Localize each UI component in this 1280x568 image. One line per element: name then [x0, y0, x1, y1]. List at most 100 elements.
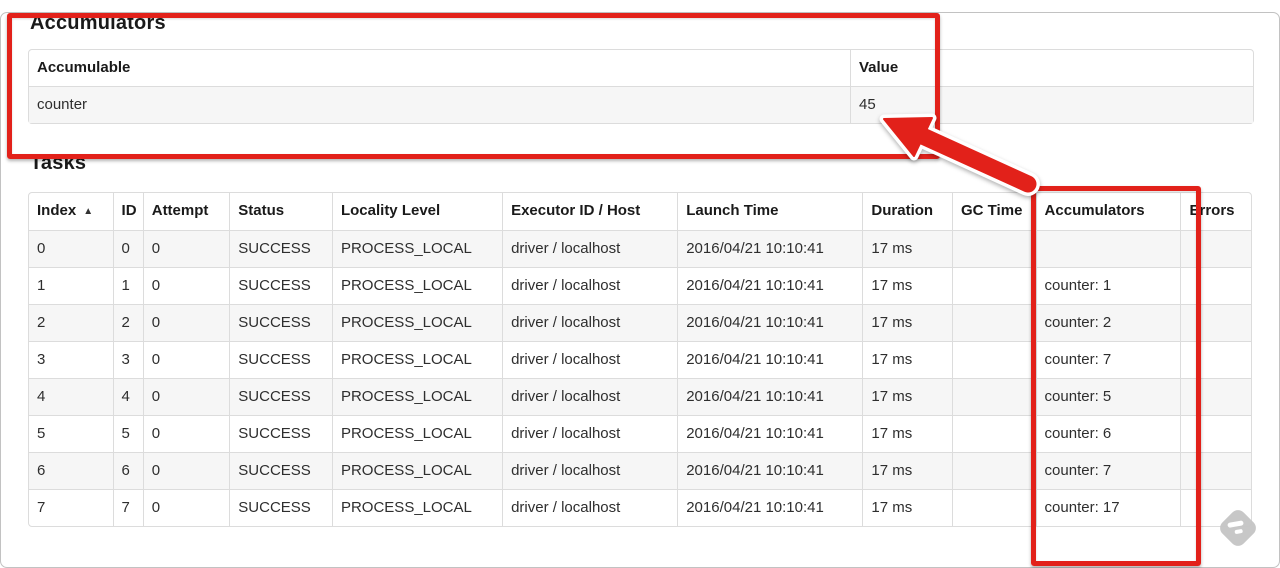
task-index-cell: 6: [29, 452, 113, 489]
task-id-cell: 3: [112, 341, 143, 378]
task-accumulators-cell: counter: 2: [1035, 304, 1181, 341]
task-errors-cell: [1180, 230, 1251, 267]
task-status-cell: SUCCESS: [229, 230, 332, 267]
task-index-cell: 0: [29, 230, 113, 267]
task-executor-cell: driver / localhost: [502, 452, 678, 489]
task-row: 1 1 0 SUCCESS PROCESS_LOCAL driver / localhos…: [29, 267, 1251, 304]
column-header-index[interactable]: Index ▲: [29, 193, 113, 230]
task-launch-time-cell: 2016/04/21 10:10:41: [677, 267, 863, 304]
task-gc-time-cell: [952, 378, 1036, 415]
task-gc-time-cell: [952, 341, 1036, 378]
task-attempt-cell: 0: [142, 341, 230, 378]
task-locality-cell: PROCESS_LOCAL: [331, 415, 503, 452]
task-attempt-cell: 0: [142, 378, 230, 415]
column-header-index-label: Index: [37, 202, 77, 219]
task-executor-cell: driver / localhost: [502, 341, 678, 378]
task-errors-cell: [1180, 341, 1251, 378]
accumulators-section-title: Accumulators: [30, 12, 166, 34]
task-duration-cell: 17 ms: [862, 304, 952, 341]
task-attempt-cell: 0: [142, 415, 230, 452]
task-status-cell: SUCCESS: [229, 415, 332, 452]
task-accumulators-cell: [1035, 230, 1181, 267]
task-id-cell: 6: [112, 452, 143, 489]
task-executor-cell: driver / localhost: [502, 378, 678, 415]
column-header-duration[interactable]: Duration: [862, 193, 952, 230]
task-id-cell: 1: [112, 267, 143, 304]
task-id-cell: 0: [112, 230, 143, 267]
task-row: 7 7 0 SUCCESS PROCESS_LOCAL driver / localhos…: [29, 489, 1251, 526]
task-gc-time-cell: [952, 452, 1036, 489]
task-locality-cell: PROCESS_LOCAL: [331, 304, 503, 341]
task-launch-time-cell: 2016/04/21 10:10:41: [677, 489, 863, 526]
task-duration-cell: 17 ms: [862, 452, 952, 489]
task-errors-cell: [1180, 489, 1251, 526]
task-accumulators-cell: counter: 17: [1035, 489, 1181, 526]
task-duration-cell: 17 ms: [862, 415, 952, 452]
task-gc-time-cell: [952, 304, 1036, 341]
accumulable-name-cell: counter: [29, 86, 850, 123]
task-status-cell: SUCCESS: [229, 378, 332, 415]
accumulable-value-cell: 45: [850, 86, 1253, 123]
task-attempt-cell: 0: [142, 452, 230, 489]
task-duration-cell: 17 ms: [862, 378, 952, 415]
task-launch-time-cell: 2016/04/21 10:10:41: [677, 304, 863, 341]
column-header-value: Value: [850, 50, 1253, 86]
task-accumulators-cell: counter: 7: [1035, 452, 1181, 489]
task-errors-cell: [1180, 304, 1251, 341]
task-duration-cell: 17 ms: [862, 341, 952, 378]
task-attempt-cell: 0: [142, 230, 230, 267]
task-status-cell: SUCCESS: [229, 267, 332, 304]
task-id-cell: 4: [112, 378, 143, 415]
column-header-accumulators[interactable]: Accumulators: [1035, 193, 1181, 230]
task-row: 4 4 0 SUCCESS PROCESS_LOCAL driver / localhos…: [29, 378, 1251, 415]
task-id-cell: 5: [112, 415, 143, 452]
task-gc-time-cell: [952, 489, 1036, 526]
task-executor-cell: driver / localhost: [502, 267, 678, 304]
task-launch-time-cell: 2016/04/21 10:10:41: [677, 341, 863, 378]
column-header-attempt[interactable]: Attempt: [142, 193, 230, 230]
task-gc-time-cell: [952, 415, 1036, 452]
accumulators-header-row: Accumulable Value: [29, 50, 1253, 86]
column-header-id[interactable]: ID: [112, 193, 143, 230]
task-gc-time-cell: [952, 230, 1036, 267]
sort-ascending-icon: ▲: [83, 206, 94, 217]
task-status-cell: SUCCESS: [229, 304, 332, 341]
tasks-header-row: Index ▲ ID Attempt Status Locality Level …: [29, 193, 1251, 230]
task-status-cell: SUCCESS: [229, 341, 332, 378]
task-locality-cell: PROCESS_LOCAL: [331, 267, 503, 304]
task-attempt-cell: 0: [142, 304, 230, 341]
column-header-accumulable: Accumulable: [37, 59, 131, 76]
task-errors-cell: [1180, 415, 1251, 452]
task-row: 2 2 0 SUCCESS PROCESS_LOCAL driver / localhos…: [29, 304, 1251, 341]
task-id-cell: 7: [112, 489, 143, 526]
column-header-locality-level[interactable]: Locality Level: [331, 193, 502, 230]
task-attempt-cell: 0: [142, 489, 230, 526]
accumulators-table: Accumulable Value counter 45: [28, 49, 1254, 124]
task-launch-time-cell: 2016/04/21 10:10:41: [677, 452, 863, 489]
column-header-status[interactable]: Status: [229, 193, 332, 230]
task-executor-cell: driver / localhost: [502, 230, 678, 267]
task-locality-cell: PROCESS_LOCAL: [331, 341, 503, 378]
task-accumulators-cell: counter: 6: [1035, 415, 1181, 452]
task-index-cell: 7: [29, 489, 113, 526]
column-header-launch-time[interactable]: Launch Time: [677, 193, 862, 230]
task-locality-cell: PROCESS_LOCAL: [331, 230, 503, 267]
task-index-cell: 1: [29, 267, 113, 304]
task-row: 3 3 0 SUCCESS PROCESS_LOCAL driver / localhos…: [29, 341, 1251, 378]
task-status-cell: SUCCESS: [229, 452, 332, 489]
task-index-cell: 5: [29, 415, 113, 452]
task-duration-cell: 17 ms: [862, 489, 952, 526]
task-row: 5 5 0 SUCCESS PROCESS_LOCAL driver / localhos…: [29, 415, 1251, 452]
task-executor-cell: driver / localhost: [502, 489, 678, 526]
task-locality-cell: PROCESS_LOCAL: [331, 489, 503, 526]
task-locality-cell: PROCESS_LOCAL: [331, 378, 503, 415]
tasks-table: Index ▲ ID Attempt Status Locality Level …: [28, 192, 1252, 527]
column-header-errors[interactable]: Errors: [1180, 193, 1251, 230]
task-executor-cell: driver / localhost: [502, 415, 678, 452]
column-header-executor-id-host[interactable]: Executor ID / Host: [502, 193, 677, 230]
task-accumulators-cell: counter: 7: [1035, 341, 1181, 378]
spark-stage-page: Accumulators Accumulable Value counter 4…: [0, 12, 1280, 527]
task-errors-cell: [1180, 378, 1251, 415]
task-index-cell: 3: [29, 341, 113, 378]
column-header-gc-time[interactable]: GC Time: [952, 193, 1036, 230]
